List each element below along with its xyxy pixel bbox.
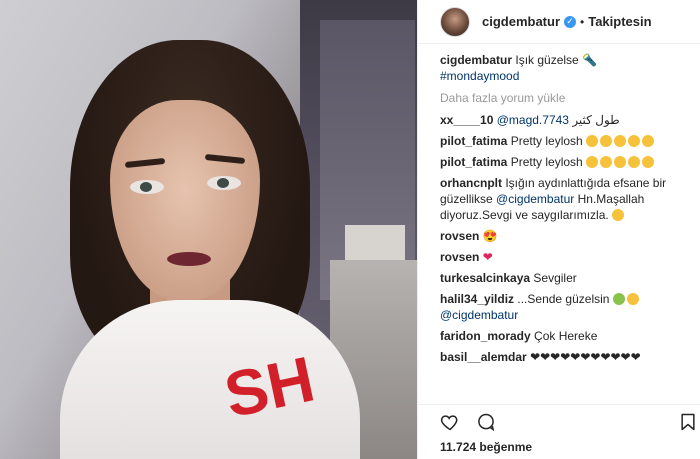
comments-list: cigdembatur Işık güzelse 🔦 #mondaymood D… — [418, 44, 700, 396]
comment-text: Pretty leylosh — [510, 134, 583, 148]
comment-text: ...Sende güzelsin — [517, 292, 610, 306]
verified-badge-icon: ✓ — [564, 15, 577, 28]
comment-bubble-icon[interactable] — [476, 412, 496, 432]
smiley-emoji-icon — [600, 135, 613, 147]
comment-text: ❤❤❤❤❤❤❤❤❤❤❤ — [530, 350, 641, 364]
smiley-emoji-icon — [600, 156, 613, 168]
smiley-emoji-icon — [628, 135, 641, 147]
comment-username[interactable]: turkesalcinkaya — [440, 271, 530, 285]
smiley-emoji-icon — [586, 156, 599, 168]
header-separator: • — [580, 14, 585, 29]
caption-text: Işık güzelse — [515, 53, 579, 67]
comment-username[interactable]: faridon_morady — [440, 329, 531, 343]
following-button[interactable]: Takiptesin — [588, 14, 651, 29]
caption-username[interactable]: cigdembatur — [440, 53, 512, 67]
comment: pilot_fatima Pretty leylosh — [440, 154, 700, 170]
comment: xx____10 @magd.7743 طول كثير — [440, 112, 700, 128]
hashtag-link[interactable]: #mondaymood — [440, 69, 519, 83]
comment-username[interactable]: orhancnplt — [440, 176, 502, 190]
comment: rovsen 😍 — [440, 228, 700, 244]
comment-mention[interactable]: @cigdembatur — [496, 192, 574, 206]
subject-eye-left — [130, 180, 164, 194]
post-header: cigdembatur ✓ • Takiptesin — [418, 0, 700, 44]
comment: turkesalcinkaya Sevgiler — [440, 270, 700, 286]
grin-emoji-icon — [612, 293, 625, 305]
action-bar — [418, 404, 700, 434]
smiley-emoji-icon — [612, 209, 625, 221]
background-printer — [345, 225, 405, 265]
comment-username[interactable]: halil34_yildiz — [440, 292, 514, 306]
comment: rovsen ❤ — [440, 249, 700, 265]
subject-lips — [167, 252, 211, 266]
bookmark-icon[interactable] — [678, 412, 698, 432]
smiley-emoji-icon — [614, 156, 627, 168]
comment: orhancnplt Işığın aydınlattığıda efsane … — [440, 175, 700, 223]
caption: cigdembatur Işık güzelse 🔦 #mondaymood — [440, 52, 700, 84]
comment-text: طول كثير — [572, 113, 620, 127]
comment-mention[interactable]: @cigdembatur — [440, 308, 518, 322]
comment-text: Çok Hereke — [534, 329, 598, 343]
heart-eyes-emoji-icon — [626, 293, 639, 305]
comment: basil__alemdar ❤❤❤❤❤❤❤❤❤❤❤ — [440, 349, 700, 365]
post-photo[interactable]: SH — [0, 0, 417, 459]
red-heart-emoji-icon: ❤ — [482, 250, 493, 264]
comment-username[interactable]: rovsen — [440, 250, 479, 264]
comment-text: Pretty leylosh — [510, 155, 583, 169]
comment-username[interactable]: pilot_fatima — [440, 134, 507, 148]
smiley-emoji-icon — [628, 156, 641, 168]
avatar[interactable] — [440, 6, 470, 37]
smiley-emoji-icon — [586, 135, 599, 147]
load-more-comments-button[interactable]: Daha fazla yorum yükle — [440, 90, 700, 106]
heart-eyes-emoji-icon: 😍 — [482, 229, 498, 243]
smiley-emoji-icon — [642, 135, 655, 147]
like-heart-icon[interactable] — [440, 412, 460, 432]
comment: halil34_yildiz ...Sende güzelsin @cigdem… — [440, 291, 700, 323]
subject-eye-right — [207, 176, 241, 190]
smiley-emoji-icon — [614, 135, 627, 147]
comment-mention[interactable]: @magd.7743 — [497, 113, 569, 127]
comment-text: Sevgiler — [533, 271, 577, 285]
comment-username[interactable]: rovsen — [440, 229, 479, 243]
likes-count[interactable]: 11.724 beğenme — [440, 440, 532, 454]
comment-username[interactable]: pilot_fatima — [440, 155, 507, 169]
comment: pilot_fatima Pretty leylosh — [440, 133, 700, 149]
smiley-emoji-icon — [642, 156, 655, 168]
flashlight-emoji-icon: 🔦 — [582, 53, 598, 67]
header-username[interactable]: cigdembatur — [482, 14, 560, 29]
comment: faridon_morady Çok Hereke — [440, 328, 700, 344]
comment-username[interactable]: basil__alemdar — [440, 350, 527, 364]
comment-username[interactable]: xx____10 — [440, 113, 493, 127]
post-side-panel: cigdembatur ✓ • Takiptesin cigdembatur I… — [417, 0, 700, 459]
